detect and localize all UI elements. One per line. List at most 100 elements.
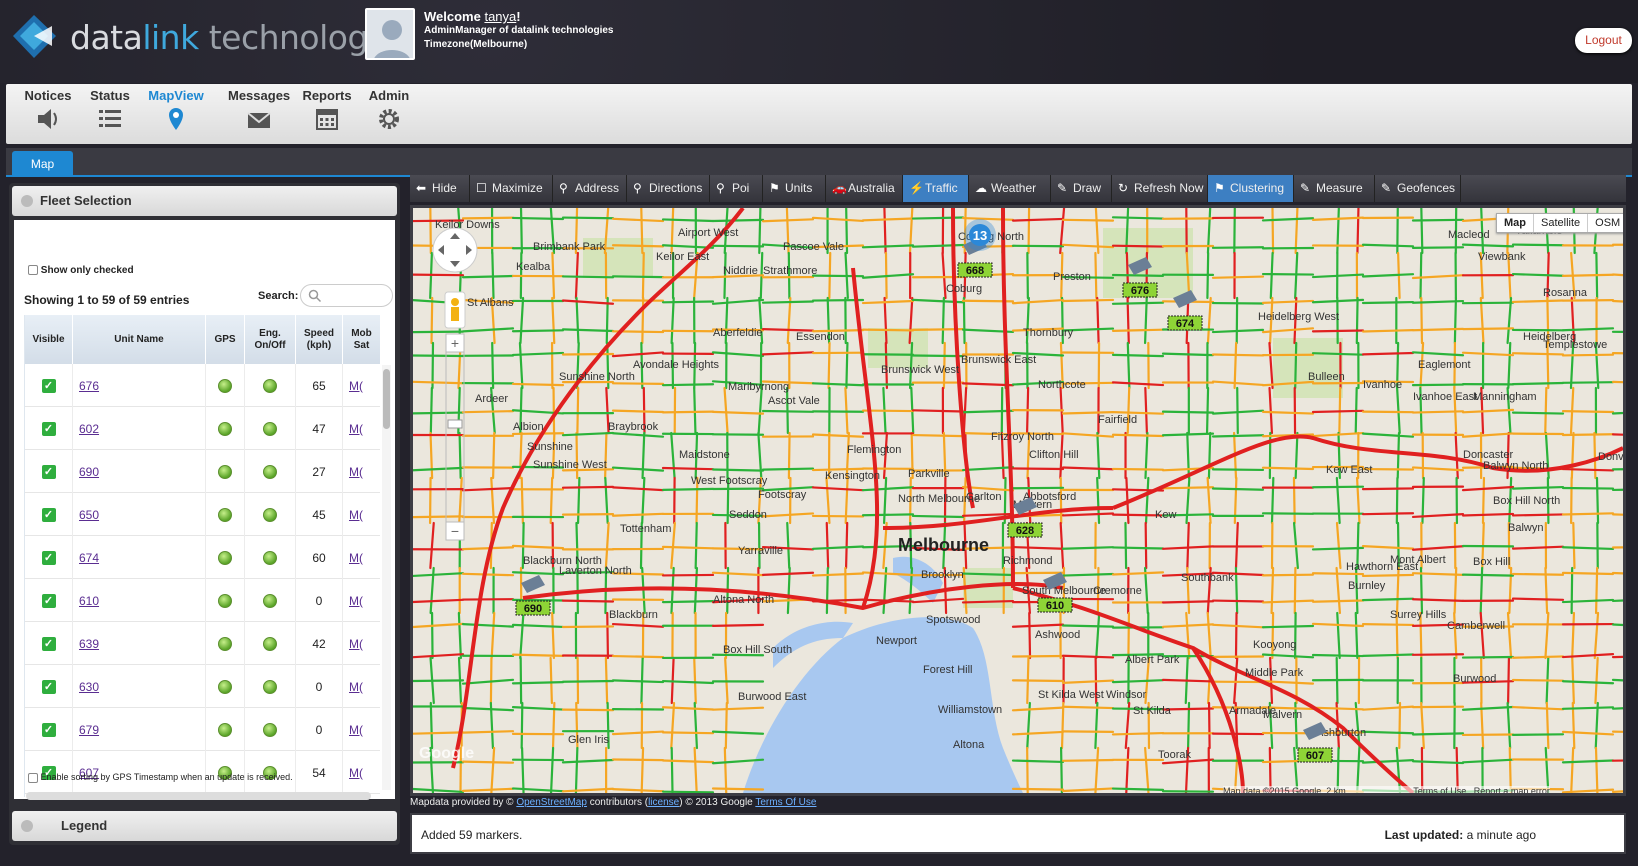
map-type-osm[interactable]: OSM <box>1588 214 1623 232</box>
traffic-road <box>611 654 665 659</box>
toolbar-hide-button[interactable]: ⬅ Hide <box>410 175 470 202</box>
openstreetmap-link[interactable]: OpenStreetMap <box>516 797 587 808</box>
toolbar-australia-button[interactable]: 🚗 Australia <box>826 175 903 202</box>
visible-checkbox[interactable]: ✓ <box>41 722 56 737</box>
toolbar-clustering-button[interactable]: ⚑ Clustering <box>1208 175 1294 202</box>
nav-messages[interactable]: Messages <box>228 88 290 131</box>
username-link[interactable]: tanya <box>484 9 516 24</box>
show-only-checkbox[interactable] <box>28 265 38 276</box>
toolbar-geofences-button[interactable]: ✎ Geofences <box>1375 175 1461 202</box>
visible-checkbox[interactable]: ✓ <box>41 378 56 393</box>
toolbar-label: Poi <box>732 181 750 195</box>
col-visible[interactable]: Visible <box>25 315 73 364</box>
map-type-map[interactable]: Map <box>1497 214 1534 232</box>
table-row[interactable]: ✓ 650 45 M( <box>25 493 380 536</box>
pan-control[interactable] <box>432 227 478 273</box>
unit-name-link[interactable]: 650 <box>79 508 99 522</box>
unit-name-link[interactable]: 676 <box>79 379 99 393</box>
nav-status[interactable]: Status <box>88 88 132 131</box>
mobsat-link[interactable]: M( <box>349 465 363 479</box>
map-canvas[interactable]: + − Keilor Downs Airport West Coburg North… <box>410 205 1626 796</box>
unit-name-link[interactable]: 602 <box>79 422 99 436</box>
col-speed[interactable]: Speed (kph) <box>296 315 343 364</box>
toolbar-units-button[interactable]: ⚑ Units <box>763 175 826 202</box>
col-mobsat[interactable]: Mob Sat <box>343 315 380 364</box>
map-type-satellite[interactable]: Satellite <box>1534 214 1589 232</box>
enable-sort-checkbox[interactable] <box>28 772 38 783</box>
visible-checkbox[interactable]: ✓ <box>41 679 56 694</box>
toolbar-traffic-button[interactable]: ⚡ Traffic <box>903 175 969 202</box>
traffic-road <box>1126 386 1131 435</box>
visible-checkbox[interactable]: ✓ <box>41 421 56 436</box>
col-engine[interactable]: Eng. On/Off <box>245 315 296 364</box>
traffic-road <box>1111 216 1165 220</box>
table-cell <box>206 665 245 708</box>
table-cell: ✓ <box>25 708 73 751</box>
map-tiles[interactable]: + − Keilor Downs Airport West Coburg North… <box>413 208 1623 793</box>
toolbar-directions-button[interactable]: ⚲ Directions <box>627 175 710 202</box>
logout-button[interactable]: Logout <box>1575 28 1632 53</box>
show-only-checked[interactable]: Show only checked <box>28 265 134 276</box>
toolbar-draw-button[interactable]: ✎ Draw <box>1051 175 1112 202</box>
visible-checkbox[interactable]: ✓ <box>41 464 56 479</box>
mobsat-link[interactable]: M( <box>349 680 363 694</box>
mobsat-link[interactable]: M( <box>349 508 363 522</box>
table-row[interactable]: ✓ 639 42 M( <box>25 622 380 665</box>
suburb-label: Ivanhoe East <box>1413 391 1477 403</box>
avatar[interactable] <box>365 8 415 60</box>
mobsat-link[interactable]: M( <box>349 594 363 608</box>
nav-notices[interactable]: Notices <box>24 88 72 131</box>
nav-admin[interactable]: Admin <box>368 88 410 131</box>
street-view-pegman-icon[interactable] <box>444 291 466 329</box>
toolbar-measure-button[interactable]: ✎ Measure <box>1294 175 1375 202</box>
toolbar-maximize-button[interactable]: ☐ Maximize <box>470 175 553 202</box>
toolbar-poi-button[interactable]: ⚲ Poi <box>710 175 763 202</box>
mobsat-link[interactable]: M( <box>349 379 363 393</box>
mobsat-link[interactable]: M( <box>349 766 363 780</box>
table-row[interactable]: ✓ 690 27 M( <box>25 450 380 493</box>
mobsat-link[interactable]: M( <box>349 551 363 565</box>
table-horizontal-scrollbar[interactable] <box>26 792 371 800</box>
fleet-selection-header[interactable]: Fleet Selection <box>12 186 397 216</box>
terms-of-use-link[interactable]: Terms of Use <box>1413 786 1466 793</box>
enable-sort-option[interactable]: Enable sorting by GPS Timestamp when an … <box>28 772 293 783</box>
legend-header[interactable]: Legend <box>12 811 397 841</box>
toolbar-address-button[interactable]: ⚲ Address <box>553 175 627 202</box>
traffic-road <box>1261 624 1315 629</box>
visible-checkbox[interactable]: ✓ <box>41 507 56 522</box>
engine-status-icon <box>263 550 277 565</box>
table-row[interactable]: ✓ 602 47 M( <box>25 407 380 450</box>
visible-checkbox[interactable]: ✓ <box>41 593 56 608</box>
terms-of-use-link[interactable]: Terms Of Use <box>755 797 816 808</box>
unit-name-link[interactable]: 690 <box>79 465 99 479</box>
visible-checkbox[interactable]: ✓ <box>41 636 56 651</box>
toolbar-weather-button[interactable]: ☁ Weather <box>969 175 1051 202</box>
suburb-label: Brooklyn <box>921 569 964 581</box>
unit-name-link[interactable]: 679 <box>79 723 99 737</box>
table-row[interactable]: ✓ 630 0 M( <box>25 665 380 708</box>
unit-name-link[interactable]: 630 <box>79 680 99 694</box>
mobsat-link[interactable]: M( <box>349 422 363 436</box>
table-vertical-scrollbar[interactable] <box>382 365 391 790</box>
mobsat-link[interactable]: M( <box>349 723 363 737</box>
toolbar-refresh-now-button[interactable]: ↻ Refresh Now <box>1112 175 1208 202</box>
nav-mapview[interactable]: MapView <box>147 88 205 131</box>
table-row[interactable]: ✓ 674 60 M( <box>25 536 380 579</box>
table-row[interactable]: ✓ 676 65 M( <box>25 364 380 407</box>
col-unit-name[interactable]: Unit Name <box>73 315 206 364</box>
nav-reports[interactable]: Reports <box>302 88 352 131</box>
report-map-error-link[interactable]: Report a map error <box>1474 786 1550 793</box>
unit-name-link[interactable]: 639 <box>79 637 99 651</box>
tab-map[interactable]: Map <box>12 151 73 177</box>
license-link[interactable]: license <box>648 797 679 808</box>
cluster-marker[interactable]: 13 <box>964 219 996 251</box>
unit-name-link[interactable]: 610 <box>79 594 99 608</box>
table-row[interactable]: ✓ 610 0 M( <box>25 579 380 622</box>
unit-name-link[interactable]: 674 <box>79 551 99 565</box>
visible-checkbox[interactable]: ✓ <box>41 550 56 565</box>
datalink-logo[interactable]: datalink technologies <box>8 12 414 64</box>
table-row[interactable]: ✓ 679 0 M( <box>25 708 380 751</box>
col-gps[interactable]: GPS <box>206 315 245 364</box>
mobsat-link[interactable]: M( <box>349 637 363 651</box>
traffic-road <box>1561 512 1615 516</box>
